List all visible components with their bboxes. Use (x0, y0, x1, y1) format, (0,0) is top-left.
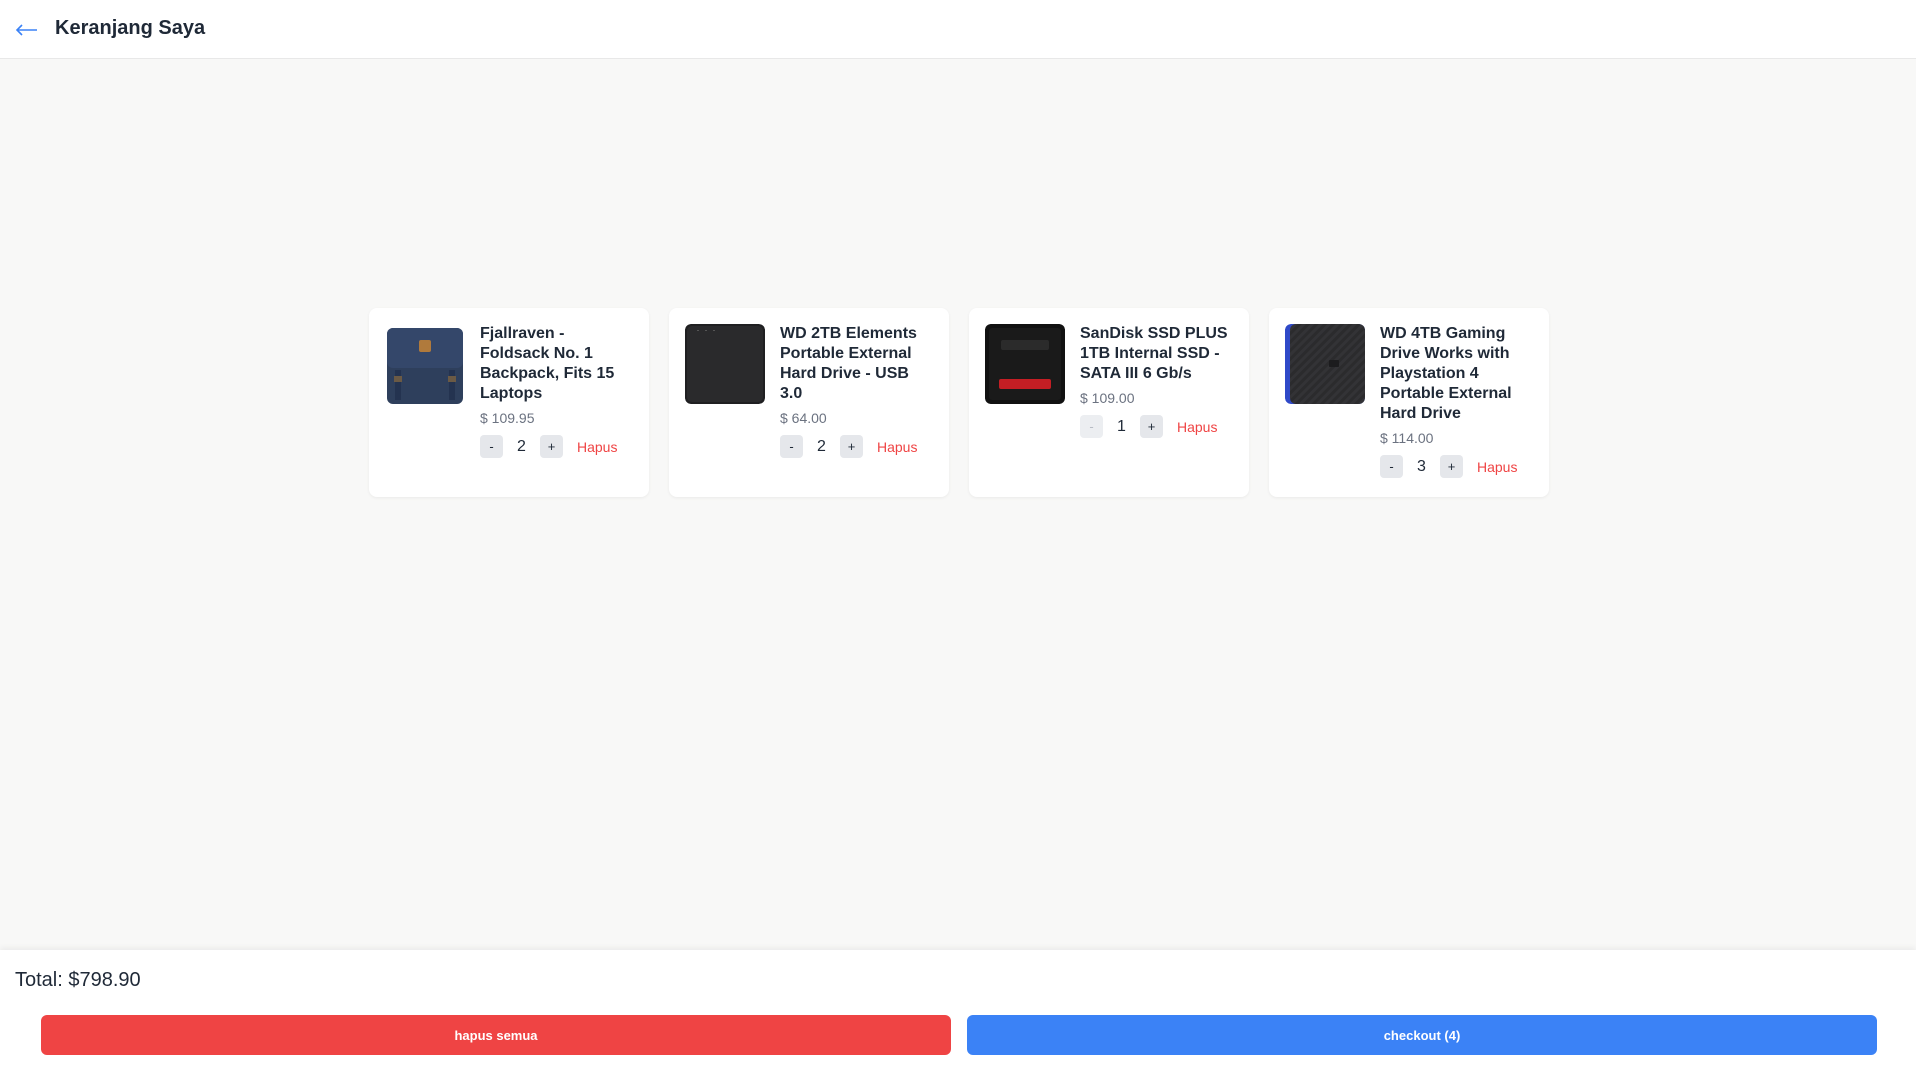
product-title: SanDisk SSD PLUS 1TB Internal SSD - SATA… (1080, 325, 1228, 382)
arrow-left-icon (15, 24, 37, 36)
increment-button[interactable]: + (1440, 455, 1463, 478)
decrement-button[interactable]: - (480, 435, 503, 458)
cart-item: Fjallraven - Foldsack No. 1 Backpack, Fi… (369, 308, 649, 497)
quantity-stepper: - 2 + Hapus (480, 435, 633, 458)
product-image-hard-drive (685, 324, 765, 404)
product-image-backpack (385, 324, 465, 404)
product-title: WD 2TB Elements Portable External Hard D… (780, 325, 917, 402)
product-price: $ 109.00 (1080, 390, 1135, 406)
increment-button[interactable]: + (840, 435, 863, 458)
cart-item: WD 4TB Gaming Drive Works with Playstati… (1269, 308, 1549, 497)
increment-button[interactable]: + (540, 435, 563, 458)
quantity-stepper: - 1 + Hapus (1080, 415, 1233, 438)
clear-all-button[interactable]: hapus semua (41, 1015, 951, 1055)
remove-item-button[interactable]: Hapus (577, 439, 617, 455)
increment-button[interactable]: + (1140, 415, 1163, 438)
back-button[interactable] (14, 17, 40, 43)
cart-footer: Total: $798.90 hapus semua checkout (4) (0, 950, 1916, 1076)
remove-item-button[interactable]: Hapus (1177, 419, 1217, 435)
checkout-button[interactable]: checkout (4) (967, 1015, 1877, 1055)
decrement-button[interactable]: - (1380, 455, 1403, 478)
decrement-button[interactable]: - (1080, 415, 1103, 438)
page-title: Keranjang Saya (55, 17, 206, 39)
quantity-stepper: - 3 + Hapus (1380, 455, 1533, 478)
quantity-value: 2 (817, 437, 826, 455)
product-price: $ 114.00 (1380, 430, 1434, 446)
quantity-value: 3 (1417, 457, 1426, 475)
product-image-ssd (985, 324, 1065, 404)
quantity-value: 1 (1117, 417, 1126, 435)
cart-item: WD 2TB Elements Portable External Hard D… (669, 308, 949, 497)
product-title: Fjallraven - Foldsack No. 1 Backpack, Fi… (480, 325, 615, 402)
cart-items-list: Fjallraven - Foldsack No. 1 Backpack, Fi… (369, 308, 1549, 497)
remove-item-button[interactable]: Hapus (1477, 459, 1517, 475)
product-price: $ 109.95 (480, 410, 535, 426)
cart-item: SanDisk SSD PLUS 1TB Internal SSD - SATA… (969, 308, 1249, 497)
product-price: $ 64.00 (780, 410, 827, 426)
decrement-button[interactable]: - (780, 435, 803, 458)
quantity-value: 2 (517, 437, 526, 455)
top-bar: Keranjang Saya (0, 0, 1916, 59)
product-title: WD 4TB Gaming Drive Works with Playstati… (1380, 325, 1512, 422)
remove-item-button[interactable]: Hapus (877, 439, 917, 455)
cart-total: Total: $798.90 (15, 969, 141, 991)
quantity-stepper: - 2 + Hapus (780, 435, 933, 458)
product-image-gaming-drive (1285, 324, 1365, 404)
